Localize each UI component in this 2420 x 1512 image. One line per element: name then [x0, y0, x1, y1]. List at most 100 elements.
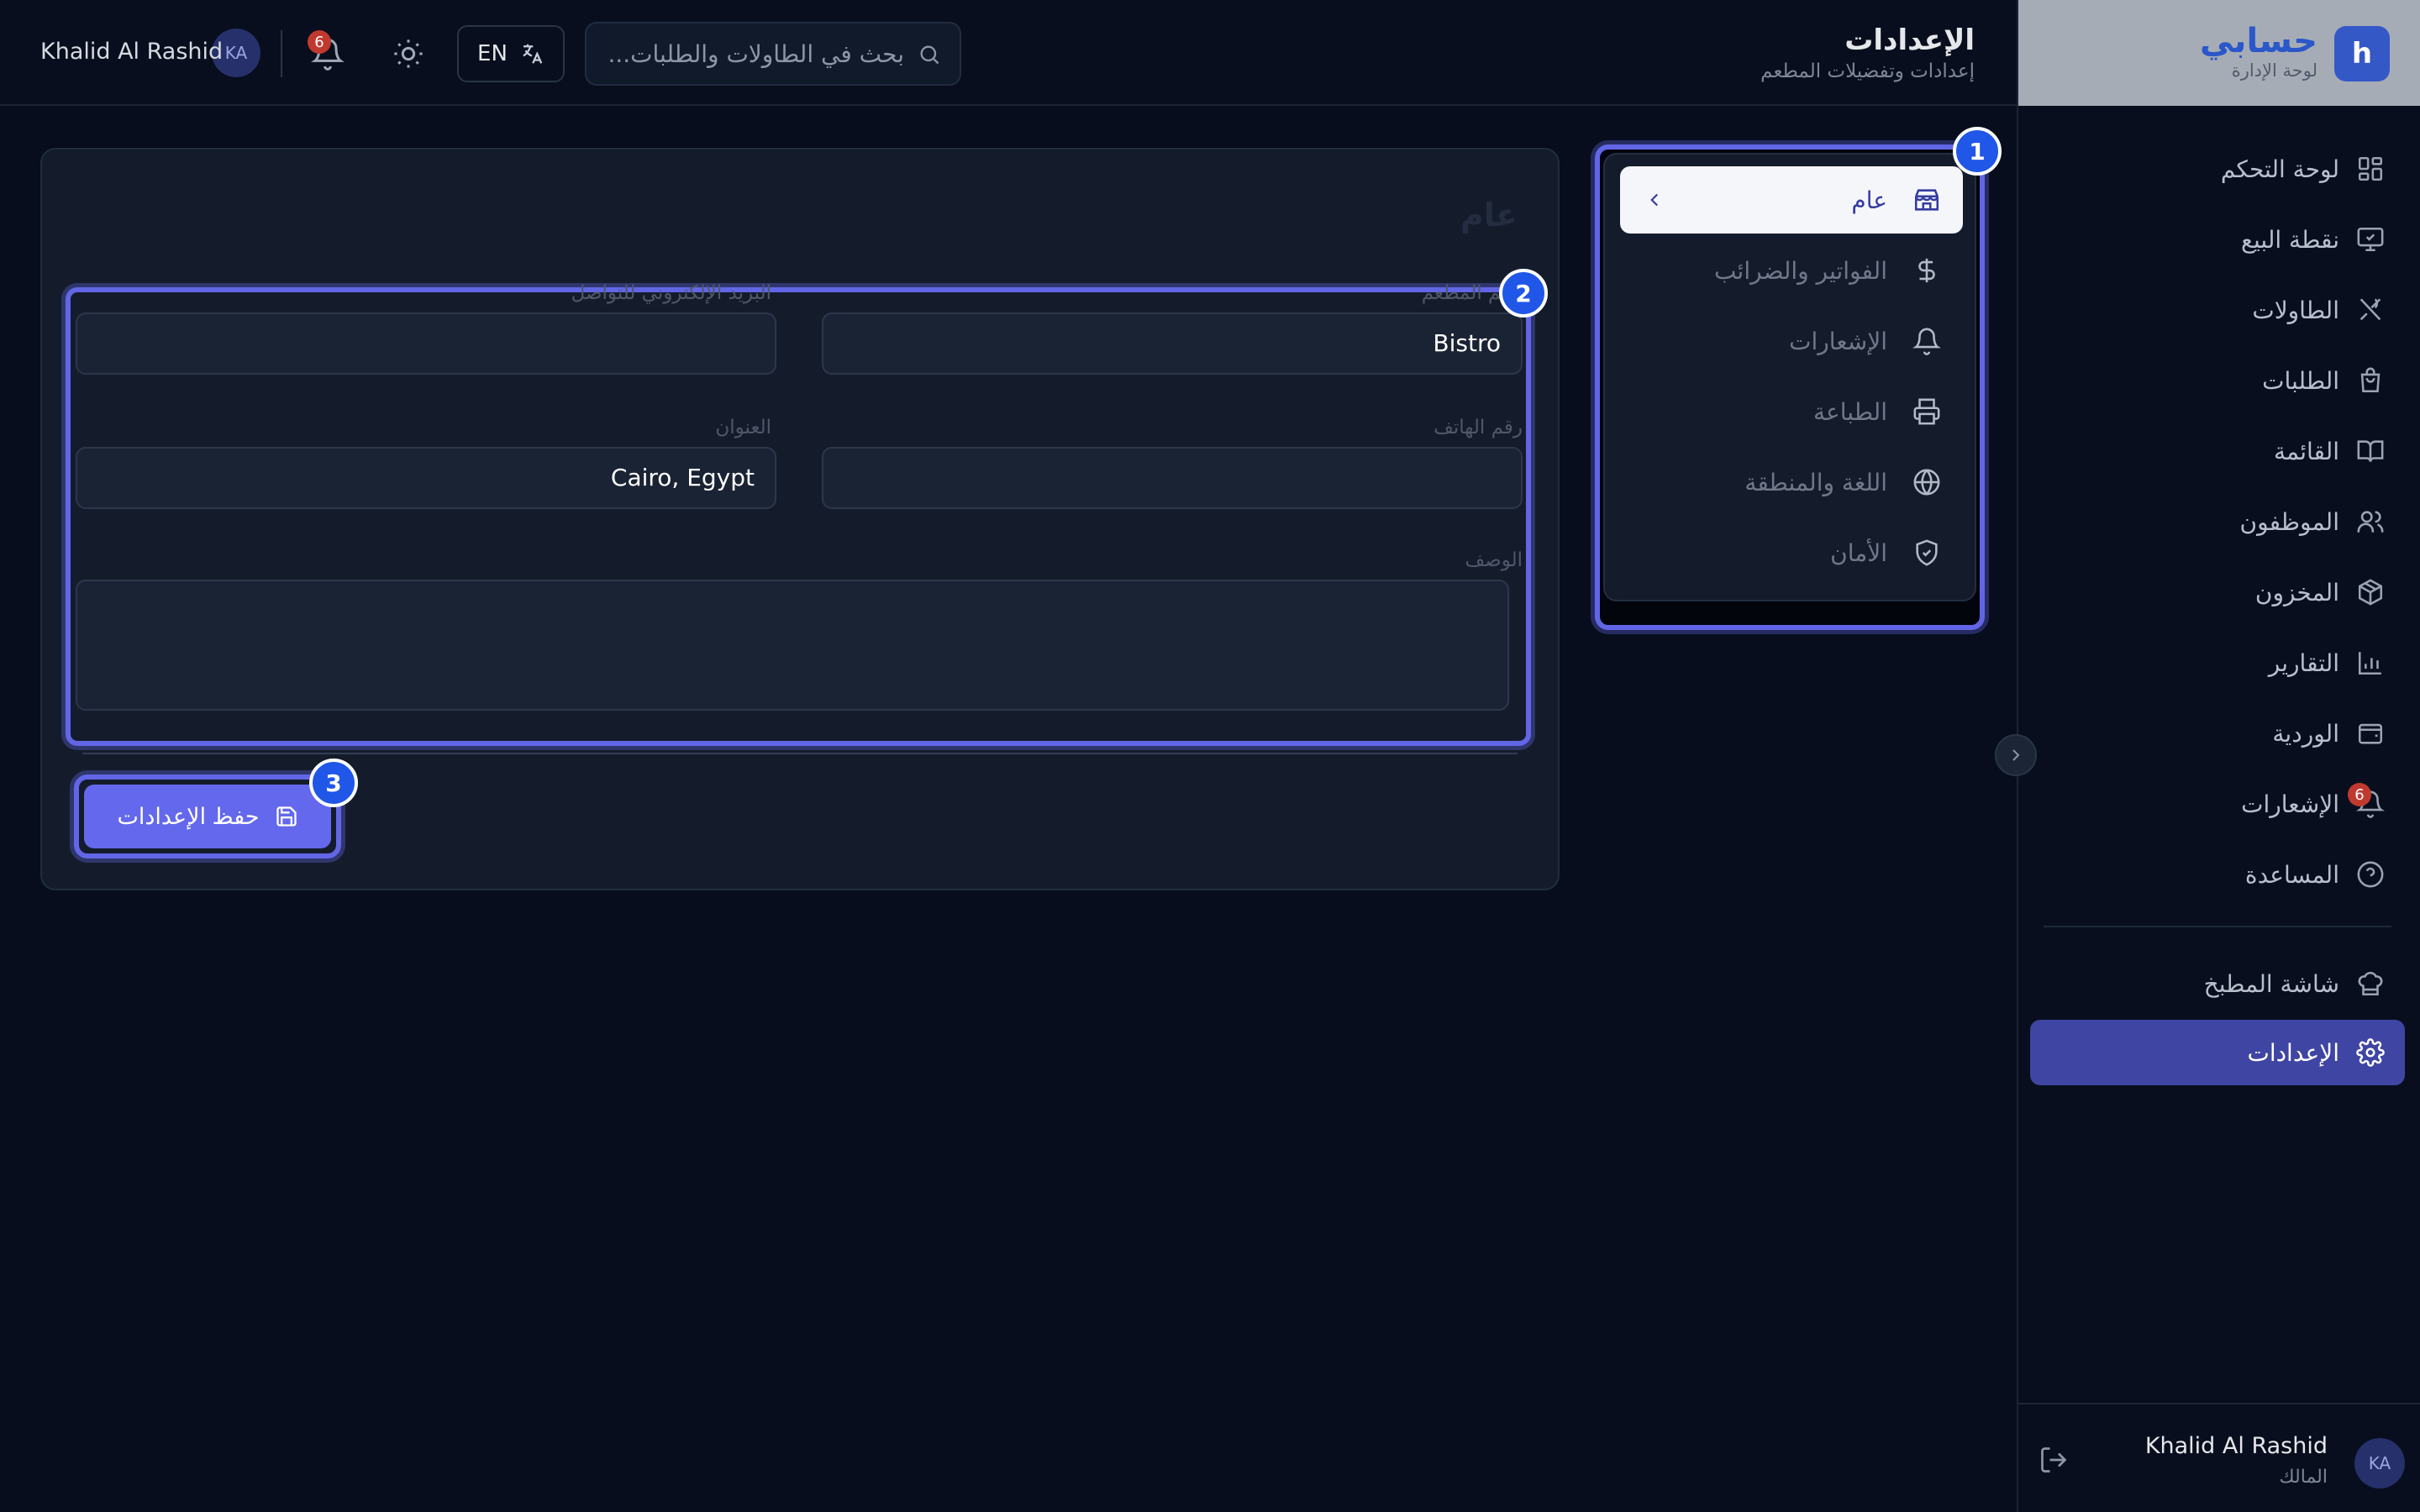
notification-badge: 6 [2348, 783, 2371, 806]
theme-toggle-icon[interactable] [392, 37, 425, 71]
top-header: الإعدادات إعدادات وتفضيلات المطعم EN 6 K… [0, 0, 2017, 106]
notification-badge: 6 [308, 30, 331, 54]
language-code: EN [477, 41, 508, 66]
settings-tab-label: الأمان [1830, 538, 1887, 567]
logout-icon[interactable] [2039, 1445, 2069, 1475]
sidebar-item-notifications[interactable]: 6 الإشعارات [2030, 771, 2405, 837]
search-icon [918, 43, 941, 66]
chevron-right-icon [2006, 745, 2026, 765]
help-icon [2356, 860, 2385, 889]
sidebar-item-kitchen[interactable]: شاشة المطبخ [2030, 951, 2405, 1016]
general-form-highlight: اسم المطعم Bistro البريد الإلكتروني للتو… [66, 282, 1531, 746]
bar-chart-icon [2356, 648, 2385, 677]
settings-tab-language[interactable]: اللغة والمنطقة [1620, 449, 1963, 516]
sidebar-item-settings[interactable]: الإعدادات [2030, 1020, 2405, 1085]
page-title: الإعدادات [1844, 24, 1975, 57]
search-input[interactable] [602, 24, 904, 84]
sidebar-item-dashboard[interactable]: لوحة التحكم [2030, 136, 2405, 202]
description-textarea[interactable] [76, 580, 1509, 711]
dashboard-icon [2356, 155, 2385, 183]
search-box [585, 22, 961, 86]
sidebar-item-help[interactable]: المساعدة [2030, 842, 2405, 907]
language-toggle-button[interactable]: EN [457, 25, 565, 82]
sidebar-item-tables[interactable]: الطاولات [2030, 277, 2405, 343]
save-button-label: حفظ الإعدادات [117, 803, 260, 829]
bell-icon: 6 [2348, 783, 2385, 818]
page-subtitle: إعدادات وتفضيلات المطعم [1760, 60, 1975, 82]
sidebar-item-label: الموظفون [2239, 507, 2339, 536]
settings-tab-billing[interactable]: الفواتير والضرائب [1620, 237, 1963, 304]
contact-email-field[interactable] [76, 312, 776, 375]
settings-tab-general[interactable]: عام [1620, 166, 1963, 234]
sidebar-user-name: Khalid Al Rashid [2144, 1433, 2328, 1459]
sidebar-item-label: التقارير [2268, 648, 2339, 677]
printer-icon [1912, 397, 1941, 426]
shield-icon [1912, 538, 1941, 567]
utensils-icon [2356, 296, 2385, 324]
sidebar: h حسابي لوحة الإدارة لوحة التحكم نقطة ال… [2017, 0, 2420, 1512]
header-divider [281, 30, 282, 77]
sidebar-collapse-button[interactable] [1995, 734, 2037, 776]
sidebar-item-shift[interactable]: الوردية [2030, 701, 2405, 766]
settings-tab-printing[interactable]: الطباعة [1620, 378, 1963, 445]
sidebar-item-inventory[interactable]: المخزون [2030, 559, 2405, 625]
book-icon [2356, 437, 2385, 465]
save-icon [275, 805, 298, 828]
phone-field[interactable] [822, 447, 1523, 509]
address-label-text: العنوان [715, 417, 771, 438]
settings-menu: عام الفواتير والضرائب الإشعارات الطباعة … [1603, 153, 1976, 601]
shopping-bag-icon [2356, 366, 2385, 395]
notifications-bell-icon[interactable]: 6 [308, 30, 345, 71]
restaurant-name-field[interactable]: Bistro [822, 312, 1523, 375]
sidebar-user-role: المالك [2279, 1467, 2328, 1488]
globe-icon [1912, 468, 1941, 496]
avatar[interactable]: KA [2354, 1438, 2405, 1488]
phone-label: رقم الهاتف [1434, 417, 1523, 438]
step-marker-1: 1 [1953, 127, 2002, 176]
sidebar-item-label: لوحة التحكم [2220, 155, 2339, 183]
sidebar-item-staff[interactable]: الموظفون [2030, 489, 2405, 554]
header-user-name[interactable]: Khalid Al Rashid [40, 39, 223, 65]
sidebar-item-label: المخزون [2254, 578, 2339, 606]
sidebar-item-label: الوردية [2272, 719, 2339, 748]
sidebar-item-label: الطلبات [2262, 366, 2339, 395]
sidebar-footer: KA Khalid Al Rashid المالك [2018, 1403, 2420, 1512]
chef-hat-icon [2356, 969, 2385, 998]
sidebar-item-orders[interactable]: الطلبات [2030, 348, 2405, 413]
sidebar-item-menu[interactable]: القائمة [2030, 418, 2405, 484]
sidebar-item-pos[interactable]: نقطة البيع [2030, 207, 2405, 272]
settings-tab-label: الفواتير والضرائب [1714, 256, 1887, 285]
brand-subtitle: لوحة الإدارة [2231, 60, 2317, 81]
sidebar-item-label: شاشة المطبخ [2203, 969, 2339, 998]
bell-icon [1912, 327, 1941, 355]
package-icon [2356, 578, 2385, 606]
brand-header: h حسابي لوحة الإدارة [2018, 0, 2420, 106]
step-marker-2: 2 [1499, 269, 1548, 318]
sidebar-item-label: القائمة [2274, 437, 2339, 465]
store-icon [1912, 186, 1941, 214]
description-label: الوصف [1465, 549, 1523, 571]
translate-icon [519, 41, 544, 66]
brand-logo[interactable]: h [2334, 26, 2390, 81]
sidebar-item-label: الطاولات [2252, 296, 2339, 324]
settings-tab-notifications[interactable]: الإشعارات [1620, 307, 1963, 375]
brand-name: حسابي [2199, 22, 2317, 60]
settings-tab-label: الطباعة [1813, 397, 1887, 426]
sidebar-item-label: الإعدادات [2247, 1038, 2339, 1067]
chevron-left-icon [1644, 189, 1665, 211]
general-settings-card: عام اسم المطعم Bistro البريد الإلكتروني … [40, 148, 1560, 890]
settings-tab-security[interactable]: الأمان [1620, 519, 1963, 586]
sidebar-item-reports[interactable]: التقارير [2030, 630, 2405, 696]
sidebar-divider [2044, 926, 2391, 927]
dollar-icon [1912, 256, 1941, 285]
save-settings-button[interactable]: حفظ الإعدادات [84, 785, 331, 848]
wallet-icon [2356, 719, 2385, 748]
form-divider [82, 753, 1518, 754]
save-button-highlight: حفظ الإعدادات [74, 774, 341, 858]
contact-email-label-text: البريد الإلكتروني للتواصل [571, 282, 771, 304]
sidebar-item-label: المساعدة [2244, 860, 2339, 889]
settings-tab-label: الإشعارات [1789, 327, 1887, 355]
sidebar-item-label: الإشعارات [2241, 790, 2339, 818]
address-field[interactable]: Cairo, Egypt [76, 447, 776, 509]
gear-icon [2356, 1038, 2385, 1067]
